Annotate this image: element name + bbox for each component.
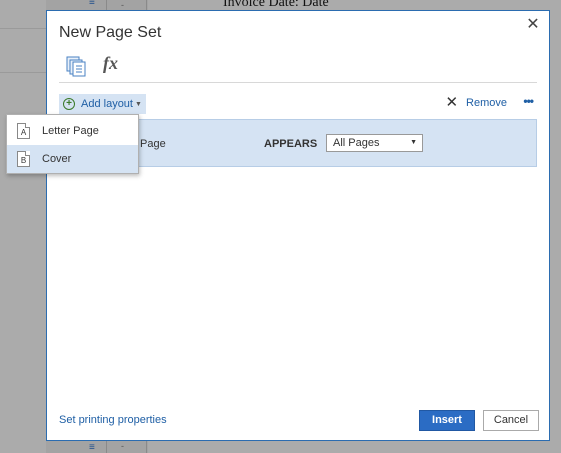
remove-label: Remove <box>466 97 507 109</box>
add-layout-button[interactable]: + Add layout ▼ <box>59 94 146 114</box>
add-layout-menu: A Letter Page B Cover <box>6 114 139 174</box>
menu-icon[interactable]: ≡ <box>89 0 101 8</box>
collapse-icon[interactable]: - <box>121 0 124 10</box>
set-printing-properties-link[interactable]: Set printing properties <box>59 414 167 426</box>
menu-item-cover[interactable]: B Cover <box>7 145 138 173</box>
more-options-icon[interactable]: ••• <box>523 94 534 108</box>
tab-formula[interactable]: fx <box>103 53 118 74</box>
appears-select-value: All Pages <box>333 137 380 149</box>
close-button[interactable]: ✕ <box>525 17 541 33</box>
menu-item-letter-page[interactable]: A Letter Page <box>7 117 138 145</box>
add-circle-icon: + <box>63 98 75 110</box>
page-layout-icon <box>66 56 86 77</box>
chevron-down-icon: ▼ <box>134 100 142 108</box>
divider <box>0 28 46 29</box>
menu-icon[interactable]: ≡ <box>89 442 95 453</box>
divider <box>0 72 46 73</box>
remove-button[interactable]: ✕ Remove <box>445 94 507 111</box>
menu-item-label: Letter Page <box>42 125 99 137</box>
dialog-title: New Page Set <box>59 24 162 41</box>
tab-layouts[interactable] <box>65 55 87 77</box>
dialog-tabs: fx <box>59 53 537 83</box>
page-icon: A <box>17 123 30 139</box>
collapse-icon[interactable]: - <box>121 441 124 451</box>
new-page-set-dialog: New Page Set ✕ fx + Add layout ▼ ✕ Remov… <box>46 10 550 441</box>
chevron-down-icon: ▼ <box>410 139 417 146</box>
insert-button[interactable]: Insert <box>419 410 475 431</box>
app-left-panel <box>0 0 46 453</box>
remove-icon: ✕ <box>445 94 459 111</box>
toolbar: + Add layout ▼ ✕ Remove ••• <box>59 94 537 114</box>
cancel-button[interactable]: Cancel <box>483 410 539 431</box>
appears-select[interactable]: All Pages ▼ <box>326 134 423 152</box>
add-layout-label: Add layout <box>81 98 133 110</box>
menu-item-label: Cover <box>42 153 72 165</box>
page-icon: B <box>17 151 30 167</box>
layout-name: Page <box>140 138 166 150</box>
appears-label: APPEARS <box>264 138 318 150</box>
